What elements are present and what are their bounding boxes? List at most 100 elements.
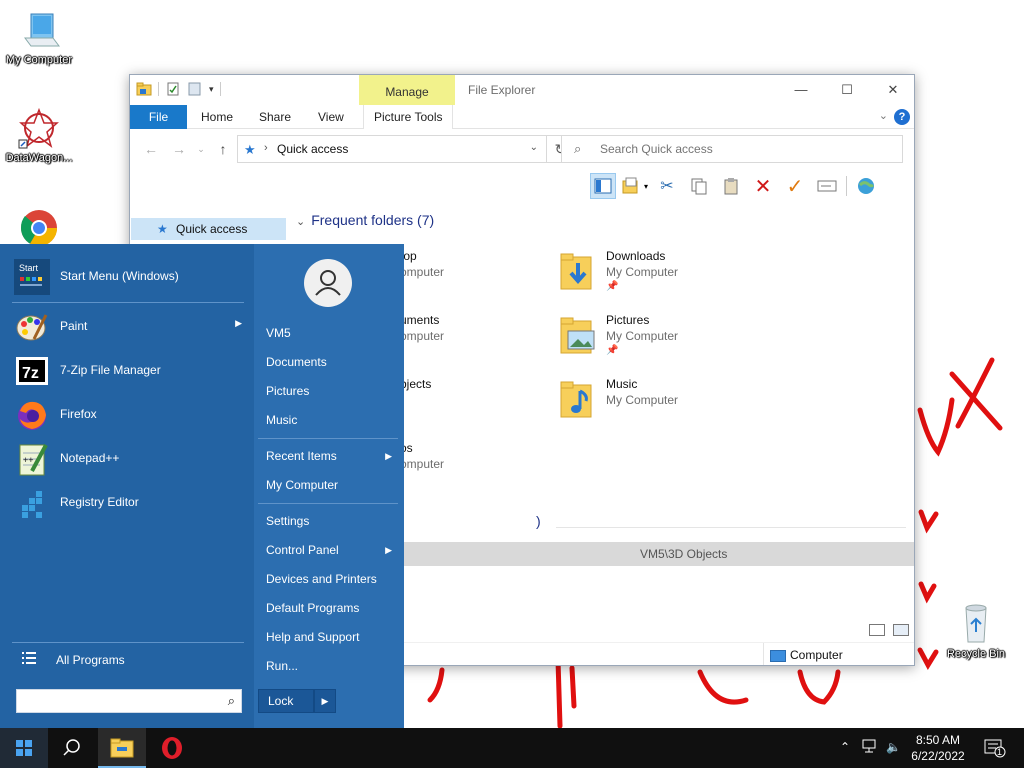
user-icon [315, 270, 341, 296]
all-programs-button[interactable]: All Programs [18, 648, 248, 672]
window-title: File Explorer [468, 83, 536, 97]
desktop-icon-recycle-bin[interactable]: Recycle Bin [937, 602, 1015, 660]
breadcrumb-chevron-icon[interactable]: › [264, 142, 268, 154]
folder-location: omputer [400, 457, 445, 471]
customize-qat-icon[interactable]: ▾ [209, 84, 214, 95]
link-devices-and-printers[interactable]: Devices and Printers [266, 568, 398, 590]
search-box[interactable]: ⌕ [561, 135, 903, 163]
close-button[interactable]: ✕ [870, 75, 914, 105]
regedit-icon [14, 485, 50, 521]
recent-locations-icon[interactable]: ⌄ [192, 140, 210, 158]
globe-icon[interactable] [853, 173, 879, 199]
taskbar-file-explorer[interactable] [98, 728, 146, 768]
link-music[interactable]: Music [266, 409, 398, 431]
lock-button[interactable]: Lock [258, 689, 314, 713]
link-my-computer[interactable]: My Computer [266, 474, 398, 496]
large-icons-view-icon[interactable] [893, 624, 909, 636]
nav-item-label: Quick access [176, 222, 248, 236]
pictures-folder-icon [560, 315, 598, 355]
quick-access-toolbar: ▾ [136, 81, 221, 97]
clock-date: 6/22/2022 [911, 749, 965, 763]
link-settings[interactable]: Settings [266, 510, 398, 532]
folder-tile-downloads[interactable]: Downloads My Computer 📌 [560, 247, 760, 299]
submenu-arrow-icon: ▶ [385, 545, 392, 555]
nav-item-quick-access[interactable]: ★ Quick access [131, 218, 286, 240]
network-icon[interactable] [862, 738, 880, 768]
up-button[interactable]: ↑ [214, 140, 232, 158]
link-default-programs[interactable]: Default Programs [266, 597, 398, 619]
svg-text:++: ++ [23, 455, 34, 465]
volume-icon[interactable]: 🔈 [886, 740, 901, 768]
tab-share[interactable]: Share [259, 105, 291, 129]
program-start-menu-windows[interactable]: Start Start Menu (Windows) [12, 256, 244, 298]
maximize-button[interactable]: ☐ [824, 75, 870, 105]
program-notepadpp[interactable]: ++ Notepad++ [12, 438, 244, 480]
folder-tile-music[interactable]: Music My Computer [560, 375, 760, 427]
link-documents[interactable]: Documents [266, 351, 398, 373]
ribbon-tabs: File Home Share View Picture Tools ⌄ ? [130, 105, 914, 129]
navigation-pane-toggle-icon[interactable] [590, 173, 616, 199]
folder-name: Downloads [606, 249, 666, 263]
folder-tile-pictures[interactable]: Pictures My Computer 📌 [560, 311, 760, 363]
power-options-arrow-icon[interactable]: ▶ [314, 689, 336, 713]
manage-contextual-tab[interactable]: Manage [359, 75, 455, 105]
group-divider [556, 527, 906, 528]
link-pictures[interactable]: Pictures [266, 380, 398, 402]
minimize-button[interactable]: — [778, 75, 824, 105]
link-user-folder[interactable]: VM5 [266, 322, 398, 344]
program-registry-editor[interactable]: Registry Editor [12, 482, 244, 524]
user-avatar[interactable] [304, 259, 352, 307]
cut-icon[interactable]: ✂ [654, 173, 680, 199]
start-button[interactable] [0, 728, 48, 768]
program-paint[interactable]: Paint ▶ [12, 306, 244, 348]
expand-ribbon-icon[interactable]: ⌄ [879, 109, 888, 122]
link-recent-items[interactable]: Recent Items ▶ [266, 445, 398, 467]
link-control-panel[interactable]: Control Panel ▶ [266, 539, 398, 561]
title-bar[interactable]: ▾ Manage File Explorer — ☐ ✕ [130, 75, 914, 105]
desktop-icon-my-computer[interactable]: My Computer [0, 8, 78, 66]
new-folder-icon[interactable] [187, 81, 203, 97]
start-search-box[interactable]: ⌕ [16, 689, 242, 713]
windows-logo-icon [16, 740, 32, 756]
group-header-recent-files[interactable]: ) [536, 513, 541, 529]
paste-icon[interactable] [718, 173, 744, 199]
help-icon[interactable]: ? [894, 109, 910, 125]
action-center-icon[interactable] [984, 738, 1006, 768]
clock[interactable]: 8:50 AM 6/22/2022 [906, 732, 970, 764]
view-toggle-buttons [869, 624, 909, 636]
details-view-icon[interactable] [869, 624, 885, 636]
folder-location: omputer [400, 265, 445, 279]
link-run[interactable]: Run... [266, 655, 398, 677]
tab-view[interactable]: View [318, 105, 344, 129]
folder-location: My Computer [606, 329, 679, 343]
forward-button[interactable]: → [170, 140, 188, 158]
link-label: Recent Items [266, 449, 337, 463]
address-bar[interactable]: ★ › Quick access ⌄ [237, 135, 547, 163]
pin-icon: 📌 [606, 345, 619, 356]
link-help-and-support[interactable]: Help and Support [266, 626, 398, 648]
start-search-input[interactable] [21, 693, 217, 709]
group-header-frequent-folders[interactable]: ⌄ Frequent folders (7) [296, 212, 434, 228]
search-icon[interactable]: ⌕ [228, 693, 235, 709]
program-firefox[interactable]: Firefox [12, 394, 244, 436]
program-label: Notepad++ [60, 451, 120, 465]
tab-picture-tools[interactable]: Picture Tools [363, 105, 454, 129]
taskbar-opera[interactable] [148, 728, 196, 768]
address-dropdown-icon[interactable]: ⌄ [530, 142, 538, 153]
folder-options-icon[interactable]: ▾ [622, 173, 648, 199]
show-hidden-icons-icon[interactable]: ⌃ [840, 740, 850, 768]
copy-icon[interactable] [686, 173, 712, 199]
checkmark-icon[interactable]: ✓ [782, 173, 808, 199]
program-7zip[interactable]: 7z 7-Zip File Manager [12, 350, 244, 392]
tab-file[interactable]: File [130, 105, 187, 129]
search-input[interactable] [600, 140, 890, 158]
back-button[interactable]: ← [142, 140, 160, 158]
folder-icon[interactable] [136, 81, 152, 97]
taskbar-search-button[interactable] [48, 728, 96, 768]
start-menu[interactable]: Start Start Menu (Windows) Paint ▶ 7z 7-… [0, 244, 404, 728]
delete-icon[interactable]: ✕ [750, 173, 776, 199]
rename-icon[interactable] [814, 173, 840, 199]
desktop-icon-datawagon[interactable]: DataWagon... [0, 106, 78, 164]
tab-home[interactable]: Home [201, 105, 233, 129]
properties-icon[interactable] [165, 81, 181, 97]
